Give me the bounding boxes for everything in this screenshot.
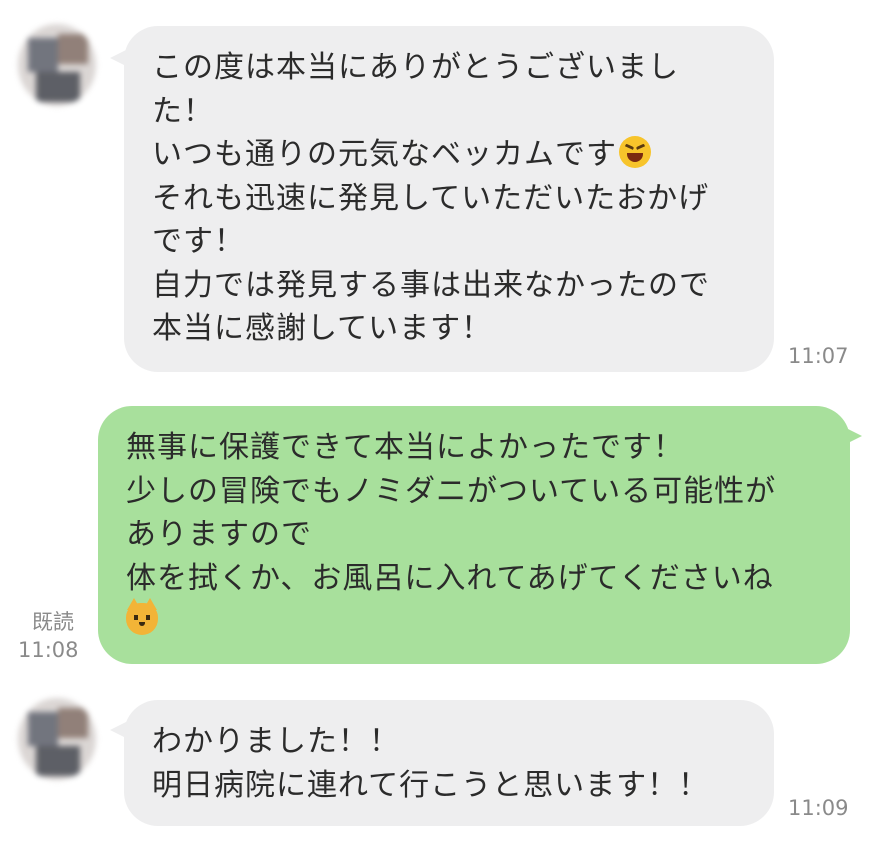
message-line: 無事に保護できて本当によかったです！ [126, 430, 684, 465]
message-line: ありますので [126, 517, 312, 552]
bubble-tail [842, 426, 862, 446]
message-bubble-incoming[interactable]: わかりました！！ 明日病院に連れて行こうと思います！！ [124, 700, 774, 826]
message-time: 11:08 [18, 638, 79, 662]
message-time: 11:07 [788, 344, 849, 368]
message-line: です！ [152, 224, 245, 259]
avatar[interactable] [18, 24, 96, 106]
message-line: それも迅速に発見していただいたおかげ [152, 180, 710, 216]
message-bubble-incoming[interactable]: この度は本当にありがとうございまし た！ いつも通りの元気なベッカムです それも… [124, 26, 774, 372]
message-line: わかりました！！ [152, 724, 400, 759]
grinning-squinting-face-icon [619, 136, 651, 168]
read-receipt: 既読 [32, 610, 74, 634]
avatar[interactable] [18, 698, 96, 780]
message-line [126, 598, 822, 644]
message-line: た！ [152, 93, 214, 129]
message-bubble-outgoing[interactable]: 無事に保護できて本当によかったです！ 少しの冒険でもノミダニがついている可能性が… [98, 406, 850, 664]
message-line: 明日病院に連れて行こうと思います！！ [152, 767, 710, 803]
message-line: 体を拭くか、お風呂に入れてあげてくださいね [126, 560, 774, 596]
message-line: この度は本当にありがとうございまし [152, 50, 679, 85]
message-time: 11:09 [788, 796, 849, 820]
message-line: 本当に感謝しています！ [152, 311, 493, 346]
message-line: 少しの冒険でもノミダニがついている可能性が [126, 473, 777, 509]
message-line: 自力では発見する事は出来なかったので [152, 267, 710, 303]
cat-face-icon [126, 598, 158, 635]
message-line: いつも通りの元気なベッカムです [152, 133, 746, 177]
